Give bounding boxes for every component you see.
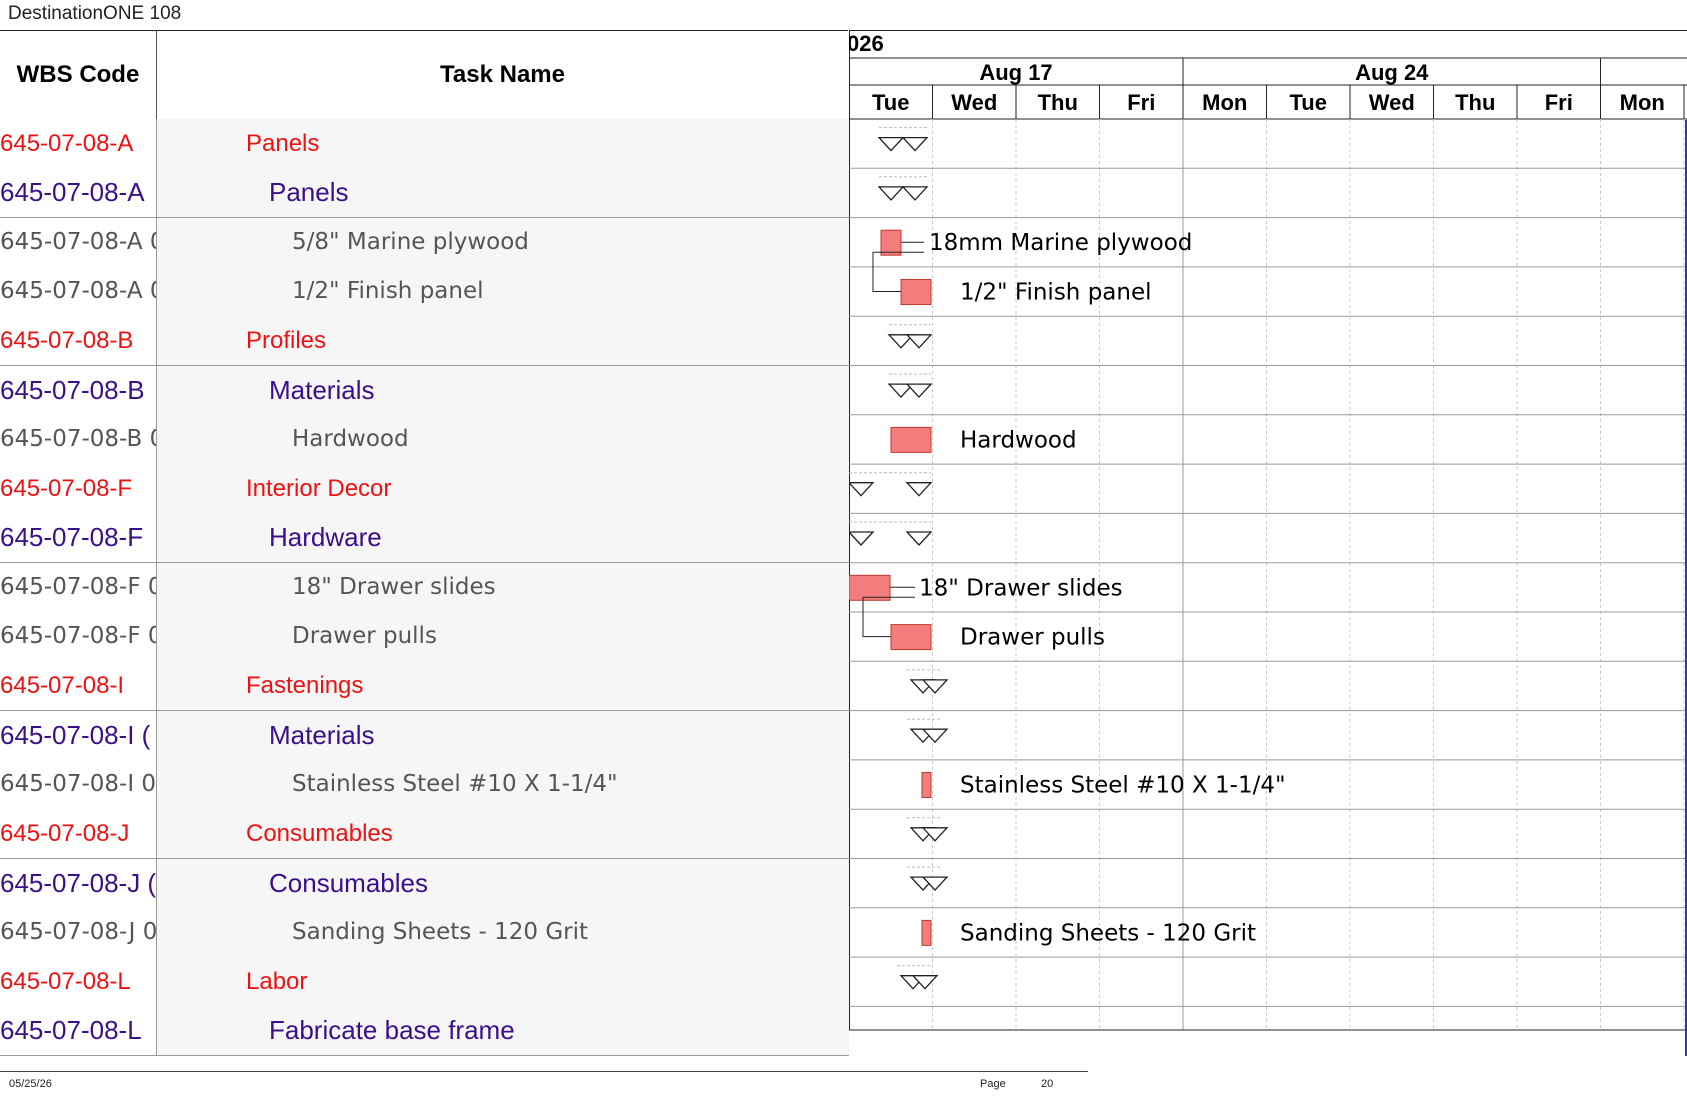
bar-label: Sanding Sheets - 120 Grit (960, 920, 1256, 946)
task-name-cell: Consumables (246, 820, 393, 848)
summary-end-marker (905, 334, 933, 349)
table-row[interactable]: 645-07-08-I ( Materials (0, 710, 849, 761)
table-row[interactable]: 645-07-08-I Fastenings (0, 661, 849, 712)
gantt-chart: 026 Aug 17 Aug 24 Tue Wed Thu Fri Mon Tue Wed Thu F… (849, 30, 1687, 1054)
table-row[interactable]: 645-07-08-A Panels (0, 119, 849, 169)
document-title: DestinationONE 108 (8, 3, 182, 24)
table-row[interactable]: 645-07-08-I 01 Stainless Steel #10 X 1-1/… (0, 759, 849, 810)
wbs-code-cell: 645-07-08-A (0, 119, 157, 168)
day-label: Fri (1545, 90, 1573, 115)
table-row[interactable]: 645-07-08-F 0 Drawer pulls (0, 612, 849, 662)
bar-label: Drawer pulls (960, 625, 1105, 651)
day-label: Tue (1290, 90, 1327, 115)
table-row[interactable]: 645-07-08-J 01 Sanding Sheets - 120 Grit (0, 907, 849, 958)
wbs-code-cell: 645-07-08-B (0, 316, 157, 366)
day-label: Fri (1127, 90, 1155, 115)
task-name-cell: Consumables (269, 867, 428, 898)
wbs-code-cell: 645-07-08-A 0 (0, 266, 157, 316)
wbs-code-cell: 645-07-08-F 0 (0, 612, 157, 661)
table-row[interactable]: 645-07-08-J Consumables (0, 809, 849, 860)
task-name-cell: Fastenings (246, 672, 364, 700)
task-bar (921, 919, 932, 946)
task-name-cell: Hardware (269, 522, 382, 553)
task-bar (849, 574, 891, 601)
task-name-cell: Materials (269, 719, 375, 750)
day-label: Mon (1620, 90, 1665, 115)
day-label: Wed (1369, 90, 1415, 115)
wbs-code-cell: 645-07-08-B 0 (0, 414, 157, 464)
table-row[interactable]: 645-07-08-J ( Consumables (0, 858, 849, 909)
day-label: Tue (872, 90, 909, 115)
day-label: Thu (1455, 90, 1495, 115)
table-row[interactable]: 645-07-08-A Panels (0, 168, 849, 219)
table-row[interactable]: 645-07-08-B Profiles (0, 316, 849, 367)
task-bar (921, 772, 932, 798)
footer-page-label: Page (980, 1078, 1006, 1090)
wbs-code-cell: 645-07-08-J 01 (0, 907, 157, 957)
wbs-code-cell: 645-07-08-F (0, 513, 157, 563)
column-header-wbs[interactable]: WBS Code (0, 30, 157, 120)
table-row[interactable]: 645-07-08-L Fabricate base frame (0, 1006, 849, 1057)
bar-label: 18mm Marine plywood (929, 230, 1192, 256)
summary-start-marker (849, 482, 875, 497)
day-label: Wed (951, 90, 997, 115)
summary-end-marker (905, 383, 933, 399)
wbs-code-cell: 645-07-08-I 01 (0, 759, 157, 809)
wbs-code-cell: 645-07-08-J ( (0, 858, 157, 908)
bar-label: Hardwood (960, 427, 1077, 453)
day-label: Thu (1038, 90, 1078, 115)
wbs-code-cell: 645-07-08-A (0, 168, 157, 218)
wbs-code-cell: 645-07-08-I (0, 661, 157, 711)
wbs-code-cell: 645-07-08-J (0, 809, 157, 859)
day-label: Mon (1202, 90, 1247, 115)
task-name-cell: Interior Decor (246, 475, 392, 503)
bar-label: 18" Drawer slides (919, 575, 1123, 601)
table-row[interactable]: 645-07-08-A 0 5/8" Marine plywood (0, 217, 849, 268)
task-bar (890, 624, 932, 651)
table-row[interactable]: 645-07-08-A 0 1/2" Finish panel (0, 266, 849, 317)
gantt-canvas: 026 Aug 17 Aug 24 Tue Wed Thu Fri Mon Tue Wed Thu F… (849, 30, 1687, 1031)
task-bar (900, 279, 932, 305)
bar-label: Stainless Steel #10 X 1-1/4" (960, 773, 1286, 799)
table-row[interactable]: 645-07-08-B Materials (0, 365, 849, 416)
task-table: WBS Code Task Name 645-07-08-A Panels 645-… (0, 30, 849, 1057)
table-row[interactable]: 645-07-08-F 0 18" Drawer slides (0, 562, 849, 613)
footer-divider (0, 1071, 1088, 1072)
table-row[interactable]: 645-07-08-L Labor (0, 957, 849, 1008)
task-name-cell: Profiles (246, 327, 327, 355)
table-row[interactable]: 645-07-08-F Interior Decor (0, 464, 849, 515)
wbs-code-cell: 645-07-08-B (0, 365, 157, 415)
footer-page-number: 20 (1041, 1078, 1054, 1090)
week-label: Aug 17 (979, 60, 1052, 85)
task-name-cell: Fabricate base frame (269, 1015, 515, 1046)
task-bar (880, 229, 902, 256)
wbs-code-cell: 645-07-08-L (0, 957, 157, 1007)
summary-end-marker (905, 482, 933, 497)
wbs-code-cell: 645-07-08-F (0, 464, 157, 514)
task-name-cell: Panels (246, 130, 320, 157)
bar-label: 1/2" Finish panel (960, 280, 1152, 306)
task-bar (890, 426, 932, 453)
wbs-code-cell: 645-07-08-F 0 (0, 562, 157, 612)
table-row[interactable]: 645-07-08-B 0 Hardwood (0, 414, 849, 465)
task-name-cell: Materials (269, 374, 375, 405)
summary-end-marker (901, 186, 929, 201)
wbs-code-cell: 645-07-08-I ( (0, 710, 157, 760)
summary-end-marker (905, 531, 933, 546)
summary-end-marker (901, 136, 929, 152)
table-row[interactable]: 645-07-08-F Hardware (0, 513, 849, 564)
footer-date: 05/25/26 (9, 1078, 52, 1090)
year-label: 026 (849, 31, 884, 56)
task-name-cell: Labor (246, 968, 308, 996)
summary-start-marker (877, 136, 905, 152)
wbs-code-cell: 645-07-08-L (0, 1006, 157, 1056)
column-header-task-name[interactable]: Task Name (157, 30, 848, 120)
summary-start-marker (877, 186, 905, 201)
wbs-code-cell: 645-07-08-A 0 (0, 217, 157, 267)
task-name-cell: Panels (269, 177, 349, 208)
summary-start-marker (849, 531, 875, 546)
week-label: Aug 24 (1355, 60, 1429, 85)
